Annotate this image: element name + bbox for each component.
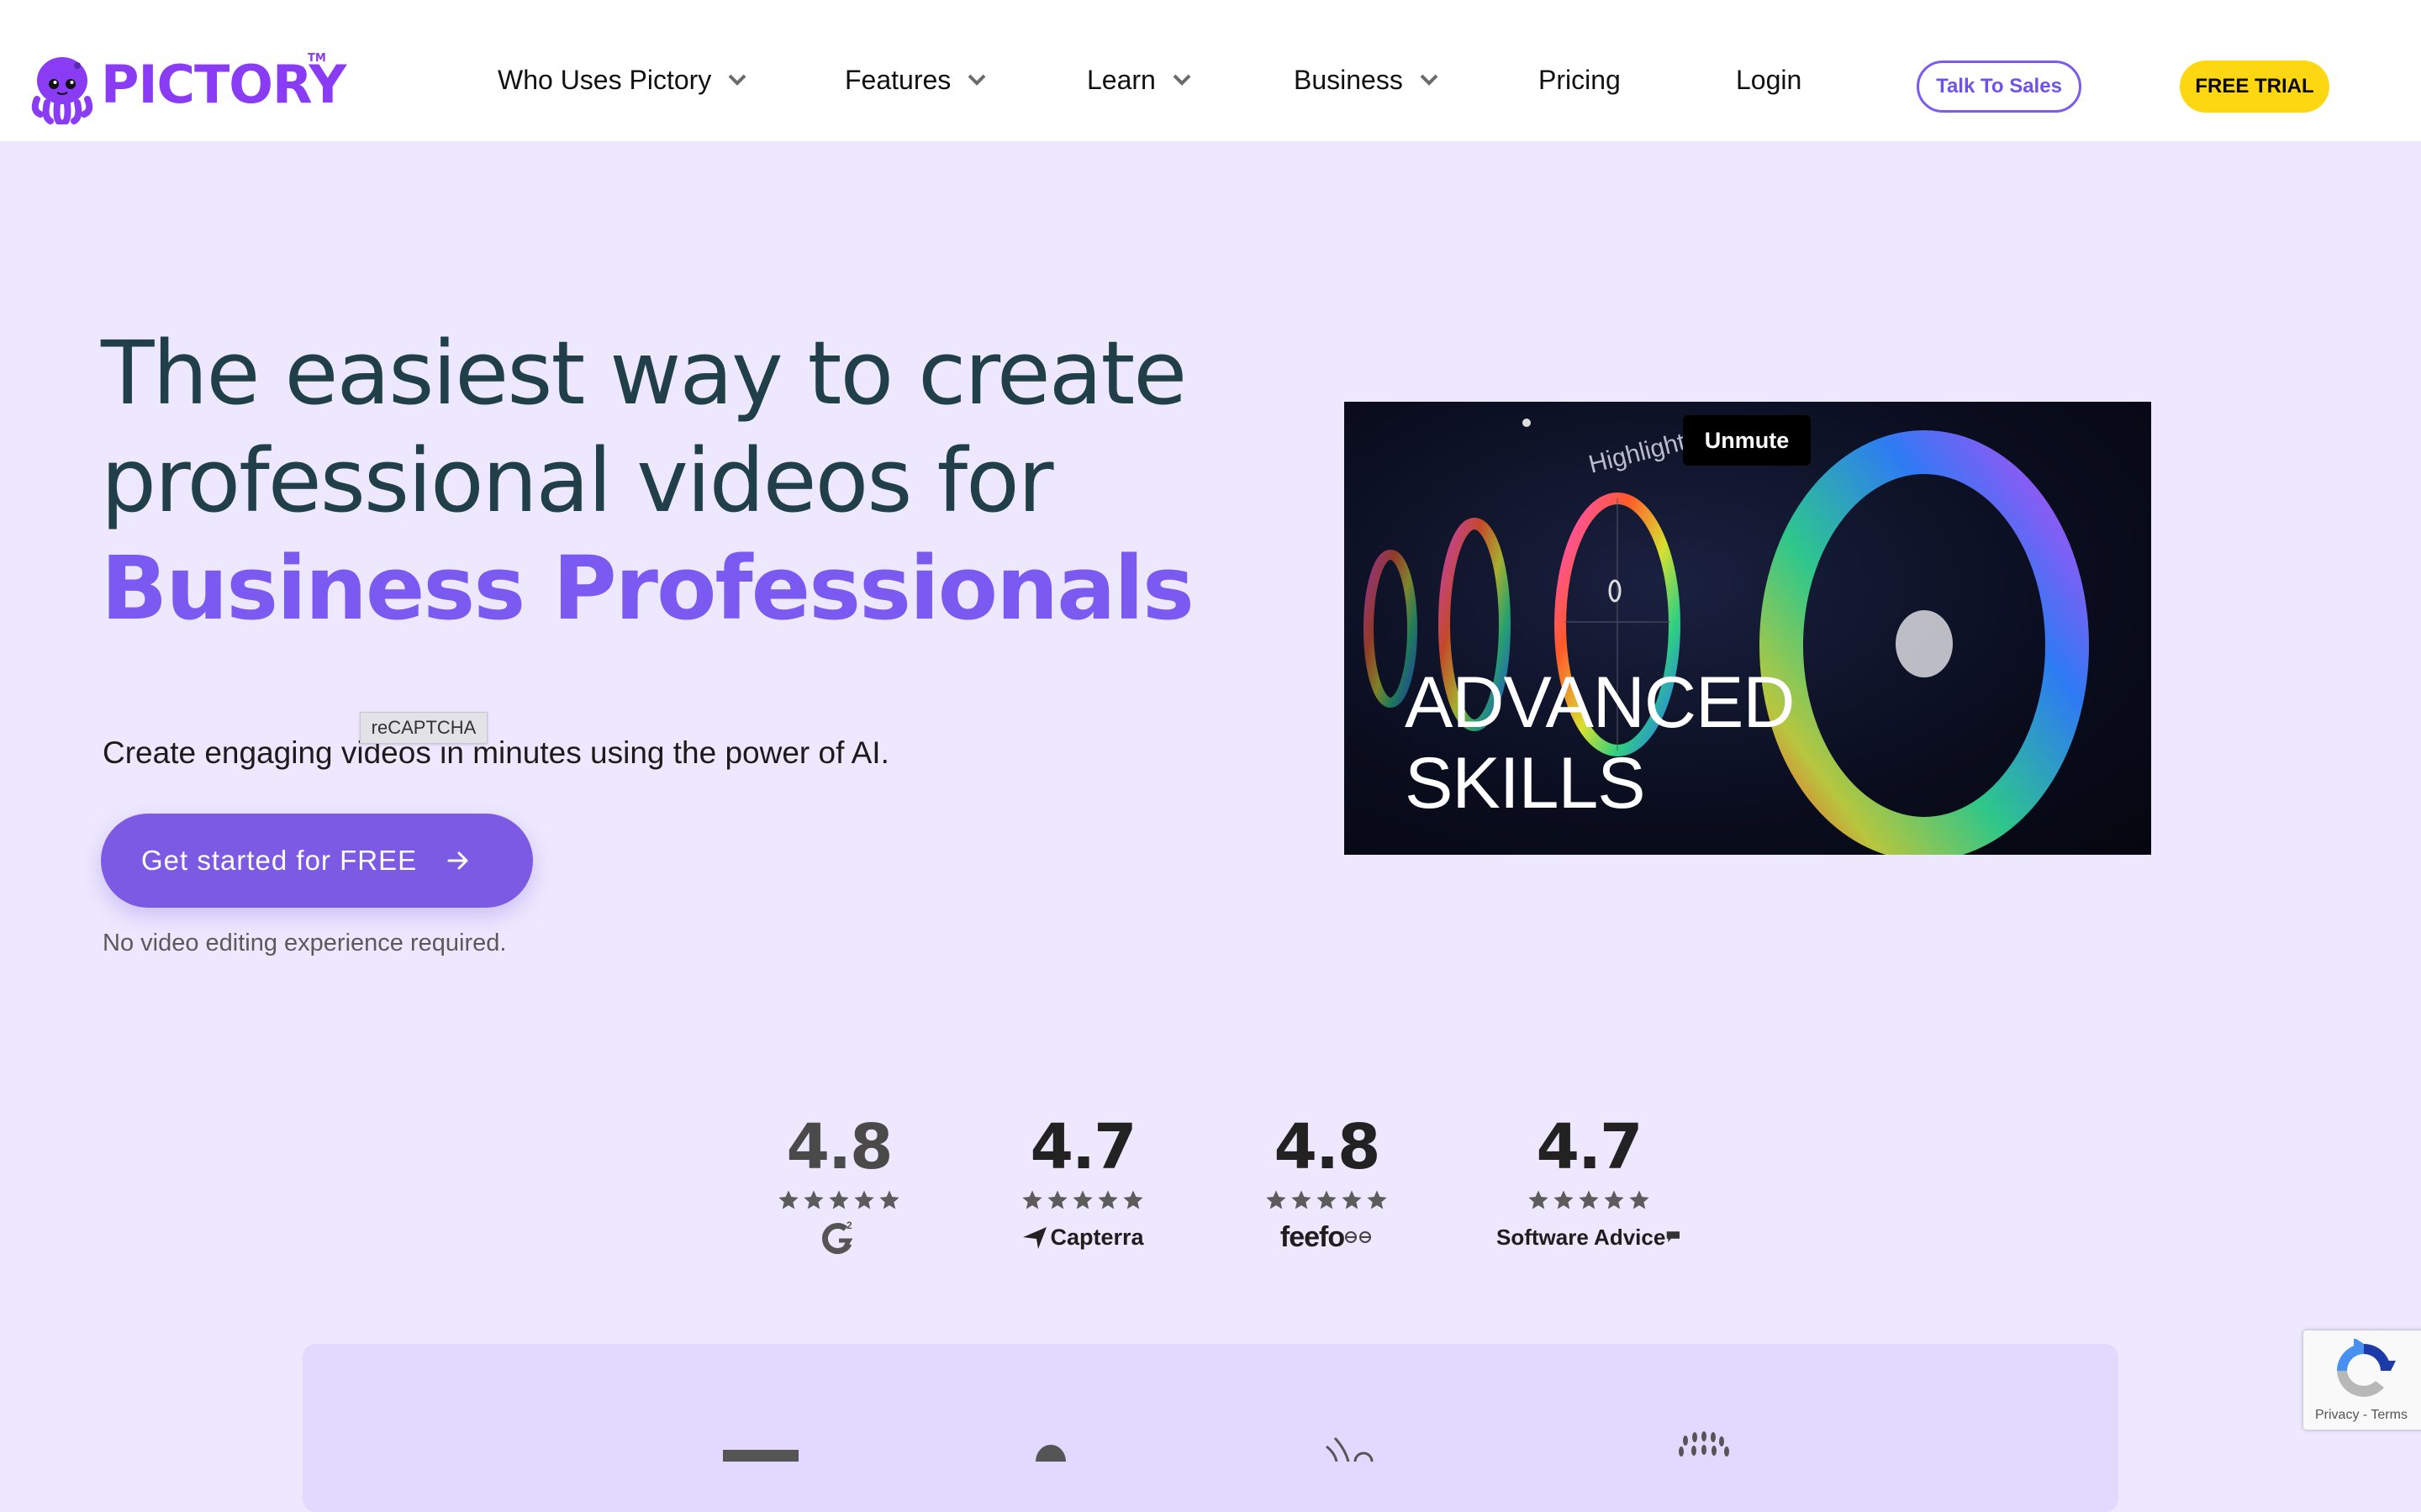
- hero-title-line-2: professional videos for: [101, 429, 1054, 532]
- star-icon: [1528, 1190, 1548, 1209]
- speech-bubble-icon: [1667, 1231, 1680, 1242]
- nav-business[interactable]: Business: [1294, 59, 1438, 101]
- pictory-logo[interactable]: PICTORY TM: [29, 52, 346, 128]
- rating-capterra[interactable]: 4.7 Capterra: [990, 1109, 1175, 1254]
- star-icon: [1629, 1190, 1649, 1209]
- nav-label: Features: [845, 64, 952, 95]
- cta-note: No video editing experience required.: [103, 930, 507, 956]
- free-trial-button[interactable]: FREE TRIAL: [2180, 61, 2329, 113]
- star-icon: [1367, 1190, 1387, 1209]
- feefo-eyes-icon: [1345, 1231, 1372, 1243]
- customer-logos-partial: [723, 1431, 1729, 1478]
- svg-text:2: 2: [847, 1220, 852, 1231]
- rating-score: 4.8: [786, 1111, 893, 1183]
- star-icon: [829, 1190, 849, 1209]
- talk-to-sales-button[interactable]: Talk To Sales: [1917, 61, 2081, 113]
- g2-logo-icon: 2: [821, 1220, 853, 1254]
- g2-logo: 2: [746, 1220, 931, 1254]
- star-icon: [1073, 1190, 1093, 1209]
- capterra-name: Capterra: [1050, 1224, 1144, 1250]
- star-rating: [1234, 1188, 1419, 1212]
- star-icon: [854, 1190, 874, 1209]
- star-icon: [1291, 1190, 1311, 1209]
- star-icon: [1579, 1190, 1599, 1209]
- star-icon: [778, 1190, 799, 1209]
- hero-subtitle: Create engaging videos in minutes using …: [103, 735, 889, 770]
- chevron-down-icon: [1420, 74, 1438, 86]
- nav-features[interactable]: Features: [845, 59, 986, 101]
- video-caption-line-1: ADVANCED: [1405, 662, 1795, 743]
- recaptcha-badge[interactable]: Privacy - Terms: [2303, 1330, 2421, 1430]
- rating-software-advice[interactable]: 4.7 Software Advice: [1496, 1109, 1681, 1254]
- star-icon: [1604, 1190, 1624, 1209]
- star-rating: [746, 1188, 931, 1212]
- brand-name: PICTORY: [101, 54, 346, 115]
- nav-who-uses-pictory[interactable]: Who Uses Pictory: [498, 59, 746, 101]
- nav-learn[interactable]: Learn: [1087, 59, 1191, 101]
- hero-title-line-1: The easiest way to create: [101, 322, 1187, 424]
- star-icon: [1266, 1190, 1286, 1209]
- hero-title: The easiest way to create professional v…: [101, 319, 1278, 642]
- recaptcha-privacy-terms-link[interactable]: Privacy - Terms: [2315, 1408, 2408, 1423]
- feefo-name: feefo: [1279, 1220, 1345, 1253]
- promo-video[interactable]: Highlight Unmute ADVANCED SKILLS: [1344, 402, 2151, 855]
- rating-score: 4.8: [1274, 1111, 1380, 1183]
- star-icon: [1316, 1190, 1337, 1209]
- nav-label: Who Uses Pictory: [498, 64, 712, 95]
- star-icon: [1553, 1190, 1574, 1209]
- rating-feefo[interactable]: 4.8 feefo: [1234, 1109, 1419, 1254]
- nav-label: Login: [1736, 64, 1802, 95]
- capterra-logo: Capterra: [990, 1220, 1175, 1254]
- feefo-logo: feefo: [1234, 1220, 1419, 1254]
- software-advice-name: Software Advice: [1496, 1224, 1666, 1250]
- customer-logos-panel: [303, 1344, 2118, 1512]
- nav-login[interactable]: Login: [1736, 59, 1801, 101]
- octopus-mascot-icon: [31, 57, 93, 124]
- star-icon: [1022, 1190, 1042, 1209]
- chevron-down-icon: [728, 74, 746, 86]
- star-icon: [1047, 1190, 1068, 1209]
- trademark-symbol: TM: [308, 52, 326, 65]
- chevron-down-icon: [1173, 74, 1191, 86]
- star-icon: [879, 1190, 899, 1209]
- unmute-button[interactable]: Unmute: [1683, 415, 1811, 466]
- recaptcha-tooltip: reCAPTCHA: [360, 712, 488, 744]
- capterra-arrow-icon: [1023, 1227, 1047, 1249]
- rating-g2[interactable]: 4.8 2: [746, 1109, 931, 1254]
- hero-title-accent: Business Professionals: [101, 537, 1195, 640]
- rating-score: 4.7: [1030, 1111, 1137, 1183]
- star-icon: [1098, 1190, 1118, 1209]
- nav-label: Business: [1294, 64, 1403, 95]
- star-rating: [1496, 1188, 1681, 1212]
- nav-label: Learn: [1087, 64, 1156, 95]
- recaptcha-icon: [2337, 1339, 2396, 1397]
- star-icon: [1342, 1190, 1362, 1209]
- video-caption: ADVANCED SKILLS: [1405, 662, 1795, 824]
- get-started-label: Get started for FREE: [141, 845, 418, 876]
- software-advice-logo: Software Advice: [1496, 1220, 1681, 1254]
- video-caption-line-2: SKILLS: [1405, 743, 1646, 824]
- star-icon: [1123, 1190, 1143, 1209]
- nav-label: Pricing: [1538, 64, 1621, 95]
- nav-pricing[interactable]: Pricing: [1538, 59, 1621, 101]
- site-header: PICTORY TM Who Uses Pictory Features Lea…: [0, 0, 2421, 141]
- star-rating: [990, 1188, 1175, 1212]
- rating-score: 4.7: [1536, 1111, 1643, 1183]
- chevron-down-icon: [968, 74, 986, 86]
- star-icon: [804, 1190, 824, 1209]
- arrow-right-icon: [447, 851, 468, 870]
- get-started-button[interactable]: Get started for FREE: [101, 814, 533, 908]
